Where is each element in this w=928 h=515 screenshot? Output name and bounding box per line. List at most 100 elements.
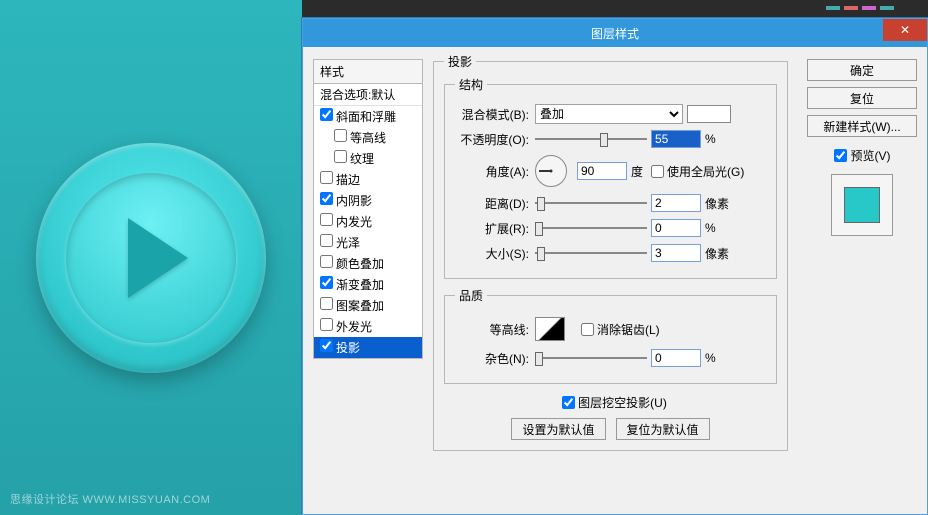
close-icon: ✕ [900, 23, 910, 37]
satin-checkbox[interactable] [320, 234, 333, 247]
outer-glow-checkbox[interactable] [320, 318, 333, 331]
blend-mode-label: 混合模式(B): [455, 106, 535, 123]
opacity-input[interactable] [651, 130, 701, 148]
dialog-titlebar[interactable]: 图层样式 ✕ [303, 19, 927, 47]
preview-box [831, 174, 893, 236]
px-unit-1: 像素 [705, 195, 735, 212]
antialias-checkbox[interactable] [581, 323, 594, 336]
noise-row: 杂色(N): % [455, 348, 766, 368]
cancel-button[interactable]: 复位 [807, 87, 917, 109]
spread-label: 扩展(R): [455, 220, 535, 237]
options-column: 投影 结构 混合模式(B): 叠加 不透明度(O): % [433, 53, 788, 459]
preview-swatch [844, 187, 880, 223]
new-style-button[interactable]: 新建样式(W)... [807, 115, 917, 137]
style-item-satin[interactable]: 光泽 [314, 232, 422, 253]
drop-shadow-fieldset: 投影 结构 混合模式(B): 叠加 不透明度(O): % [433, 53, 788, 451]
quality-legend: 品质 [455, 287, 487, 304]
blend-mode-select[interactable]: 叠加 [535, 104, 683, 124]
spread-slider[interactable] [535, 221, 647, 235]
angle-label: 角度(A): [455, 163, 535, 180]
contour-picker[interactable] [535, 317, 565, 341]
style-item-gradient-overlay[interactable]: 渐变叠加 [314, 274, 422, 295]
noise-label: 杂色(N): [455, 350, 535, 367]
reset-default-button[interactable]: 复位为默认值 [616, 418, 710, 440]
percent-unit: % [705, 132, 735, 146]
angle-dial[interactable] [535, 155, 567, 187]
size-row: 大小(S): 像素 [455, 243, 766, 263]
default-buttons-row: 设置为默认值 复位为默认值 [444, 418, 777, 440]
drop-shadow-checkbox[interactable] [320, 339, 333, 352]
gradient-overlay-checkbox[interactable] [320, 276, 333, 289]
angle-input[interactable] [577, 162, 627, 180]
canvas-preview: 思缘设计论坛 WWW.MISSYUAN.COM [0, 0, 302, 515]
style-item-stroke[interactable]: 描边 [314, 169, 422, 190]
opacity-row: 不透明度(O): % [455, 129, 766, 149]
style-item-texture[interactable]: 纹理 [314, 148, 422, 169]
style-item-inner-glow[interactable]: 内发光 [314, 211, 422, 232]
style-item-contour[interactable]: 等高线 [314, 127, 422, 148]
global-light-checkbox[interactable] [651, 165, 664, 178]
style-item-outer-glow[interactable]: 外发光 [314, 316, 422, 337]
stroke-checkbox[interactable] [320, 171, 333, 184]
distance-row: 距离(D): 像素 [455, 193, 766, 213]
contour-label: 等高线: [455, 321, 535, 338]
opacity-label: 不透明度(O): [455, 131, 535, 148]
style-item-color-overlay[interactable]: 颜色叠加 [314, 253, 422, 274]
app-toolbar-strip [302, 0, 928, 18]
spread-input[interactable] [651, 219, 701, 237]
global-light-label[interactable]: 使用全局光(G) [651, 163, 744, 180]
distance-slider[interactable] [535, 196, 647, 210]
knockout-row: 图层挖空投影(U) [444, 392, 777, 412]
bevel-checkbox[interactable] [320, 108, 333, 121]
panel-title: 投影 [444, 53, 476, 70]
knockout-label[interactable]: 图层挖空投影(U) [562, 394, 667, 411]
spread-row: 扩展(R): % [455, 218, 766, 238]
ok-button[interactable]: 确定 [807, 59, 917, 81]
make-default-button[interactable]: 设置为默认值 [511, 418, 605, 440]
styles-column: 样式 混合选项:默认 斜面和浮雕 等高线 纹理 描边 内阴影 内发光 光泽 颜色… [313, 59, 423, 359]
play-icon [128, 218, 188, 298]
blend-mode-row: 混合模式(B): 叠加 [455, 104, 766, 124]
percent-unit-3: % [705, 351, 735, 365]
inner-shadow-checkbox[interactable] [320, 192, 333, 205]
pattern-overlay-checkbox[interactable] [320, 297, 333, 310]
styles-list: 混合选项:默认 斜面和浮雕 等高线 纹理 描边 内阴影 内发光 光泽 颜色叠加 … [313, 83, 423, 359]
knockout-checkbox[interactable] [562, 396, 575, 409]
percent-unit-2: % [705, 221, 735, 235]
style-item-inner-shadow[interactable]: 内阴影 [314, 190, 422, 211]
texture-checkbox[interactable] [334, 150, 347, 163]
palette-swatches [826, 6, 894, 10]
play-button-inner [66, 173, 236, 343]
close-button[interactable]: ✕ [883, 19, 927, 41]
preview-label[interactable]: 预览(V) [807, 147, 917, 164]
color-overlay-checkbox[interactable] [320, 255, 333, 268]
structure-fieldset: 结构 混合模式(B): 叠加 不透明度(O): % 角度(A): [444, 76, 777, 279]
style-item-bevel[interactable]: 斜面和浮雕 [314, 106, 422, 127]
angle-row: 角度(A): 度 使用全局光(G) [455, 154, 766, 188]
style-item-pattern-overlay[interactable]: 图案叠加 [314, 295, 422, 316]
size-label: 大小(S): [455, 245, 535, 262]
degree-unit: 度 [631, 163, 643, 180]
distance-label: 距离(D): [455, 195, 535, 212]
distance-input[interactable] [651, 194, 701, 212]
opacity-slider[interactable] [535, 132, 647, 146]
right-column: 确定 复位 新建样式(W)... 预览(V) [807, 59, 917, 236]
style-item-drop-shadow[interactable]: 投影 [314, 337, 422, 358]
blend-options-item[interactable]: 混合选项:默认 [314, 84, 422, 106]
inner-glow-checkbox[interactable] [320, 213, 333, 226]
size-slider[interactable] [535, 246, 647, 260]
preview-checkbox[interactable] [834, 149, 847, 162]
shadow-color-swatch[interactable] [687, 105, 731, 123]
contour-row: 等高线: 消除锯齿(L) [455, 315, 766, 343]
styles-header[interactable]: 样式 [313, 59, 423, 83]
structure-legend: 结构 [455, 76, 487, 93]
contour-checkbox[interactable] [334, 129, 347, 142]
noise-slider[interactable] [535, 351, 647, 365]
noise-input[interactable] [651, 349, 701, 367]
size-input[interactable] [651, 244, 701, 262]
px-unit-2: 像素 [705, 245, 735, 262]
play-button-outer [36, 143, 266, 373]
quality-fieldset: 品质 等高线: 消除锯齿(L) 杂色(N): % [444, 287, 777, 384]
antialias-label[interactable]: 消除锯齿(L) [581, 321, 660, 338]
layer-style-dialog: 图层样式 ✕ 样式 混合选项:默认 斜面和浮雕 等高线 纹理 描边 内阴影 内发… [302, 18, 928, 515]
